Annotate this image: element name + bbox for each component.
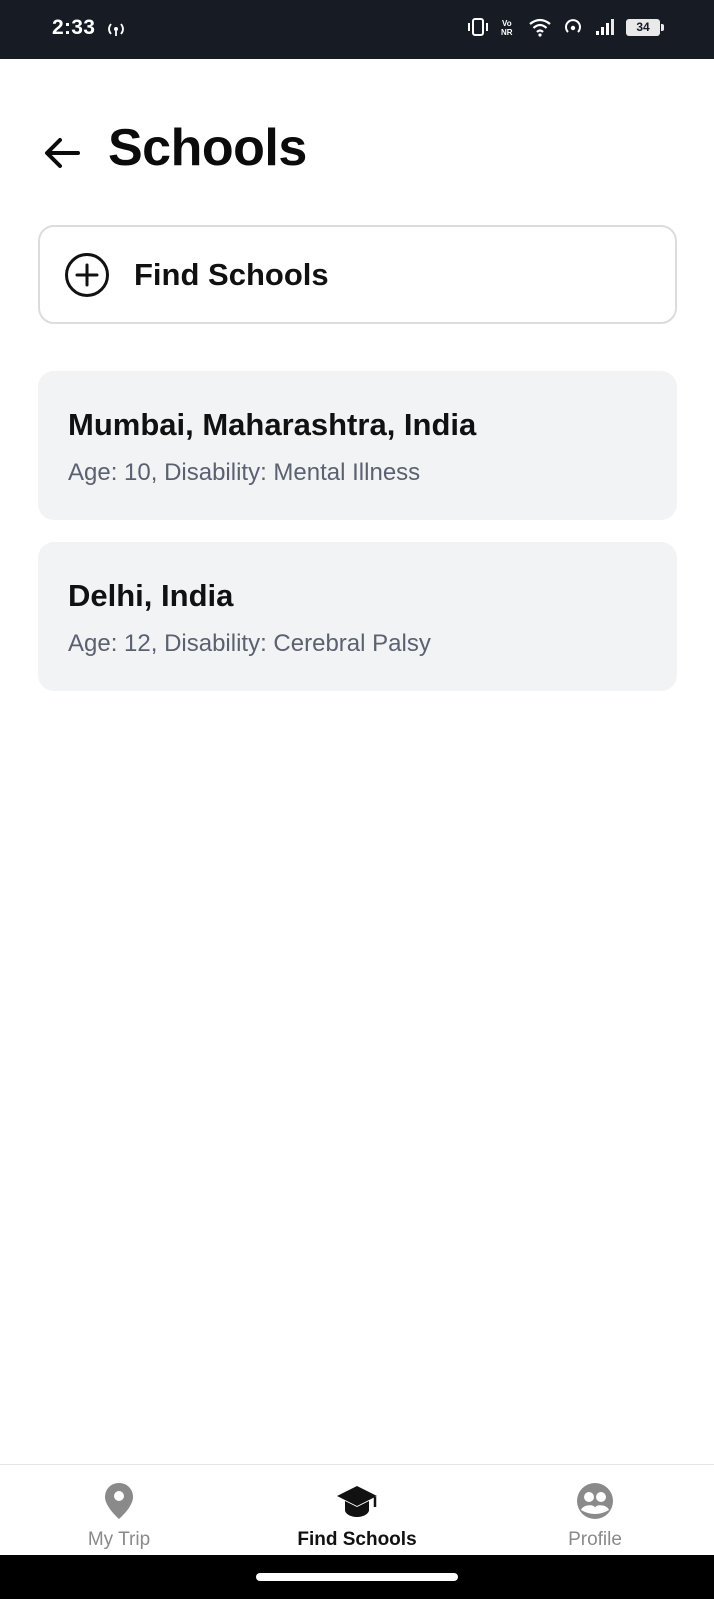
nav-item-find-schools[interactable]: Find Schools [257, 1465, 457, 1556]
find-schools-label: Find Schools [134, 256, 329, 292]
status-icons: Vo NR 34 [466, 17, 664, 37]
graduation-cap-icon [335, 1481, 379, 1521]
svg-text:Vo: Vo [502, 19, 512, 28]
find-schools-button[interactable]: Find Schools [38, 225, 677, 324]
map-pin-icon [104, 1481, 134, 1521]
profile-group-icon [576, 1481, 614, 1521]
nav-label-my-trip: My Trip [87, 1529, 151, 1550]
search-details: Age: 12, Disability: Cerebral Palsy [68, 630, 431, 657]
search-location: Delhi, India [68, 578, 234, 613]
cell-signal-icon [594, 17, 616, 37]
wifi-icon [528, 17, 552, 37]
arrow-left-icon [45, 138, 80, 168]
back-button[interactable] [36, 127, 88, 179]
vibrate-icon [466, 17, 490, 37]
battery-icon: 34 [626, 18, 664, 36]
search-location: Mumbai, Maharashtra, India [68, 407, 477, 442]
volte-icon: Vo NR [500, 17, 518, 37]
nav-item-profile[interactable]: Profile [495, 1465, 695, 1556]
page-title: Schools [108, 119, 307, 177]
search-details: Age: 10, Disability: Mental Illness [68, 459, 421, 486]
search-card[interactable]: Delhi, India Age: 12, Disability: Cerebr… [38, 542, 677, 691]
status-bar: 2:33 Vo NR 34 [0, 0, 714, 59]
home-indicator[interactable] [256, 1573, 458, 1581]
status-time: 2:33 [52, 16, 96, 39]
plus-circle-icon [65, 252, 109, 297]
hotspot-icon [104, 20, 128, 43]
nav-label-find-schools: Find Schools [297, 1529, 417, 1550]
bottom-nav: My Trip Find Schools Profile [0, 1464, 714, 1555]
system-navigation-bar [0, 1555, 714, 1599]
svg-text:NR: NR [501, 28, 513, 37]
app-screen: 2:33 Vo NR 34 Schools Find Schools Mumba… [0, 0, 714, 1599]
nav-label-profile: Profile [568, 1529, 622, 1550]
nav-item-my-trip[interactable]: My Trip [19, 1465, 219, 1556]
hotspot-signal-icon [562, 17, 584, 37]
search-card[interactable]: Mumbai, Maharashtra, India Age: 10, Disa… [38, 371, 677, 520]
